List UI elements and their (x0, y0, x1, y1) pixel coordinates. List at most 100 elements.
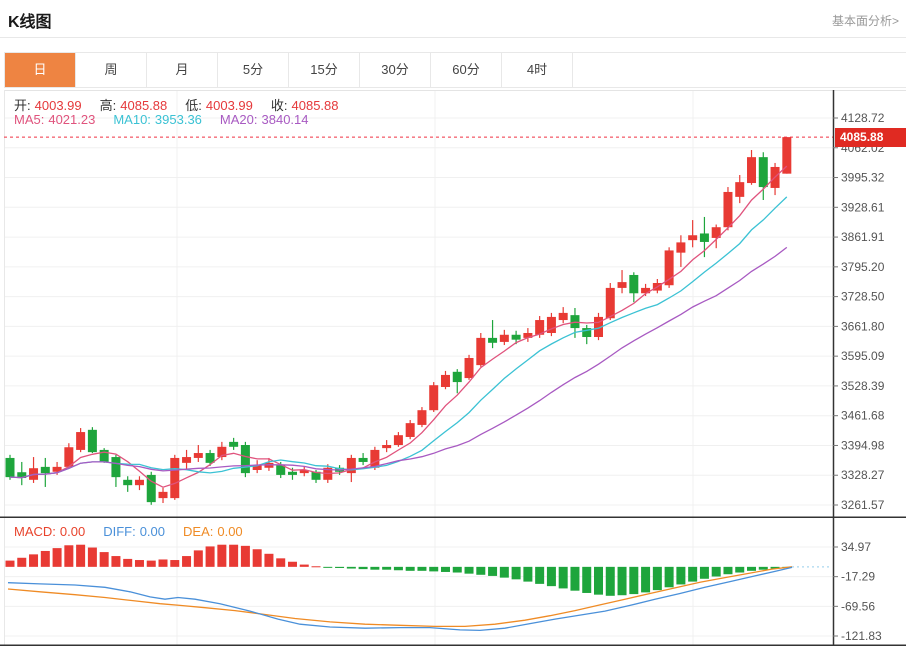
macd-bar (111, 556, 121, 567)
price-axis-label: 3661.80 (841, 319, 885, 333)
candle-body (134, 479, 144, 486)
macd-bar (346, 566, 356, 569)
macd-bar (29, 554, 39, 567)
candle-body (123, 479, 133, 486)
candle-body (358, 457, 368, 462)
main-candlestick-chart[interactable]: 4128.724062.023995.323928.613861.913795.… (0, 90, 906, 518)
price-axis-label: 3461.68 (841, 409, 885, 423)
candle-body (676, 242, 686, 253)
candle-body (558, 312, 568, 321)
macd-bar (193, 550, 203, 567)
macd-bar (488, 566, 498, 576)
tab-month[interactable]: 月 (147, 53, 218, 87)
tab-30min[interactable]: 30分 (360, 53, 431, 87)
macd-bar (605, 566, 615, 596)
macd-bar (229, 544, 239, 567)
dea-line (7, 566, 793, 628)
macd-bar (676, 566, 686, 585)
kline-chart-page: K线图 基本面分析> 日周月 5分 15分 30分 60分 4时 4128.72 4062.… (0, 0, 906, 651)
macd-bar (370, 566, 380, 570)
macd-bar (699, 566, 709, 579)
price-axis-label: 3728.50 (841, 290, 885, 304)
candle-body (40, 466, 50, 474)
macd-bar (64, 545, 74, 567)
candle-body (193, 453, 203, 458)
macd-bar (382, 566, 392, 570)
candle-body (240, 445, 250, 474)
macd-bar (440, 566, 450, 572)
macd-axis-label: -17.29 (841, 570, 875, 584)
macd-bar (664, 566, 674, 588)
page-title: K线图 (8, 14, 52, 31)
macd-bar (405, 566, 415, 571)
macd-bar (76, 544, 86, 567)
macd-bar (252, 549, 262, 567)
price-axis-label: 4128.72 (841, 111, 885, 125)
tab-5min[interactable]: 5分 (218, 53, 289, 87)
macd-bar (464, 566, 474, 574)
macd-axis-label: -69.56 (841, 599, 875, 613)
macd-bar (546, 566, 556, 587)
macd-bar (582, 566, 592, 593)
macd-bar (535, 566, 545, 584)
macd-bar (429, 566, 439, 572)
macd-bar (182, 556, 192, 567)
macd-axis-label: -121.83 (841, 629, 882, 643)
fundamental-analysis-link[interactable]: 基本面分析> (832, 12, 899, 29)
candle-body (158, 491, 168, 499)
macd-bar (511, 566, 521, 580)
candle-body (499, 334, 509, 342)
candle-body (417, 410, 427, 425)
macd-bar (205, 546, 215, 567)
price-axis-label: 3528.39 (841, 379, 885, 393)
macd-bar (217, 544, 227, 567)
header-divider (0, 37, 906, 38)
macd-bar (170, 560, 180, 567)
macd-bar (747, 566, 757, 571)
candle-body (758, 157, 768, 188)
price-axis-label: 3861.91 (841, 230, 885, 244)
macd-indicator-chart[interactable]: 34.97 -17.29 -69.56 -121.83 (0, 518, 906, 651)
macd-bar (723, 566, 733, 575)
macd-bar (711, 566, 721, 577)
candle-body (429, 385, 439, 411)
tab-4hour[interactable]: 4时 (502, 53, 573, 87)
macd-bar (17, 557, 27, 567)
macd-bar (652, 566, 662, 591)
macd-bar (617, 566, 627, 596)
macd-bar (311, 566, 321, 568)
macd-bar (299, 564, 309, 567)
candle-body (699, 233, 709, 242)
price-axis-label: 3595.09 (841, 349, 885, 363)
macd-bar (240, 545, 250, 567)
price-axis-label: 3394.98 (841, 438, 885, 452)
candle-body (170, 457, 180, 499)
candle-body (688, 235, 698, 241)
candle-body (405, 423, 415, 437)
tab-day[interactable]: 日 (5, 53, 76, 87)
macd-bar (87, 547, 97, 567)
candle-body (629, 274, 639, 294)
macd-bar (523, 566, 533, 582)
tab-week[interactable]: 周 (76, 53, 147, 87)
price-axis-label: 3261.57 (841, 498, 885, 512)
candle-body (464, 357, 474, 379)
macd-bar (393, 566, 403, 571)
tab-60min[interactable]: 60分 (431, 53, 502, 87)
candle-body (723, 191, 733, 228)
candle-body (511, 334, 521, 340)
candle-body (605, 287, 615, 319)
candle-body (76, 432, 86, 450)
candle-body (488, 337, 498, 343)
tab-15min[interactable]: 15分 (289, 53, 360, 87)
candle-body (393, 435, 403, 446)
candle-body (182, 457, 192, 463)
price-axis-label: 3928.61 (841, 200, 885, 214)
macd-bar (735, 566, 745, 573)
macd-bar (358, 566, 368, 570)
macd-bar (323, 566, 333, 568)
macd-bar (40, 550, 50, 567)
macd-bar (287, 561, 297, 567)
candle-body (440, 374, 450, 387)
macd-bar (476, 566, 486, 575)
